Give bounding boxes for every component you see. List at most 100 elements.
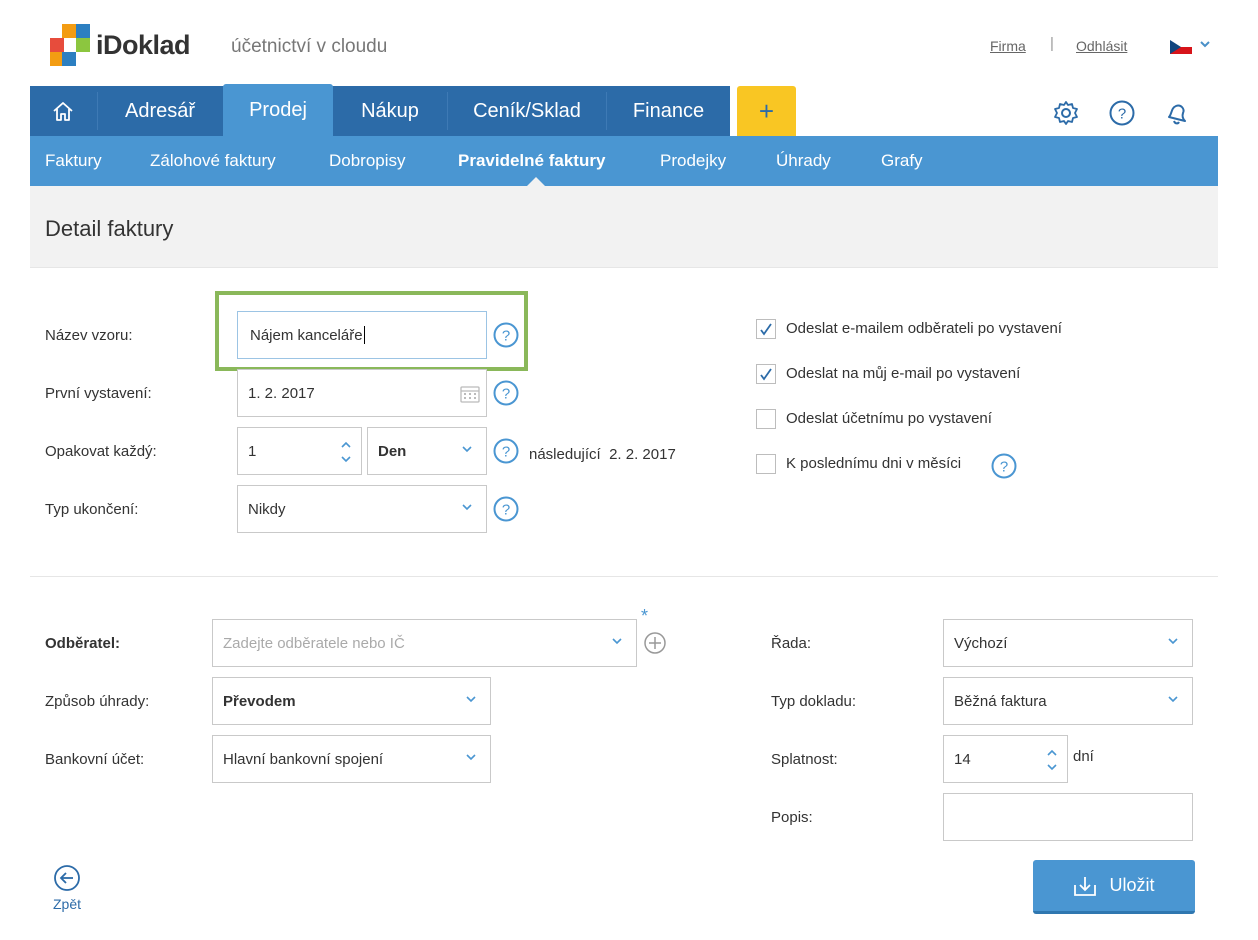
checkmark-icon bbox=[760, 323, 772, 336]
nav-cenik-sklad[interactable]: Ceník/Sklad bbox=[448, 86, 606, 136]
template-name-value: Nájem kanceláře bbox=[250, 326, 363, 344]
subnav-grafy[interactable]: Grafy bbox=[881, 136, 923, 186]
send-accountant-checkbox[interactable] bbox=[756, 409, 776, 429]
customer-placeholder: Zadejte odběratele nebo IČ bbox=[223, 634, 405, 652]
section-divider bbox=[30, 576, 1218, 577]
subnav-uhrady[interactable]: Úhrady bbox=[776, 136, 831, 186]
next-date-value: 2. 2. 2017 bbox=[609, 446, 676, 463]
checkmark-icon bbox=[760, 368, 772, 381]
repeat-unit-value: Den bbox=[378, 442, 407, 460]
svg-text:?: ? bbox=[502, 386, 510, 403]
chevron-down-icon bbox=[1168, 638, 1178, 645]
send-email-me-checkbox[interactable] bbox=[756, 364, 776, 384]
payment-method-select[interactable]: Převodem bbox=[212, 677, 491, 725]
description-input[interactable] bbox=[943, 793, 1193, 841]
bank-account-value: Hlavní bankovní spojení bbox=[223, 750, 384, 768]
active-tab-caret bbox=[527, 177, 545, 186]
back-button[interactable]: Zpět bbox=[53, 864, 81, 912]
last-day-of-month-label: K poslednímu dni v měsíci bbox=[786, 455, 962, 472]
description-label: Popis: bbox=[771, 809, 813, 826]
repeat-unit-select[interactable]: Den bbox=[367, 427, 487, 475]
bank-account-select[interactable]: Hlavní bankovní spojení bbox=[212, 735, 491, 783]
question-help-icon[interactable]: ? bbox=[493, 438, 519, 464]
send-email-customer-checkbox[interactable] bbox=[756, 319, 776, 339]
due-label: Splatnost: bbox=[771, 751, 838, 768]
due-days-stepper[interactable]: 14 bbox=[943, 735, 1068, 783]
nav-prodej[interactable]: Prodej bbox=[223, 84, 333, 136]
question-help-icon[interactable]: ? bbox=[991, 453, 1017, 479]
first-issue-value: 1. 2. 2017 bbox=[248, 384, 315, 402]
last-day-of-month-checkbox[interactable] bbox=[756, 454, 776, 474]
first-issue-input[interactable]: 1. 2. 2017 bbox=[237, 369, 487, 417]
repeat-interval-value: 1 bbox=[248, 442, 257, 460]
end-type-value: Nikdy bbox=[248, 500, 286, 518]
bank-account-label: Bankovní účet: bbox=[45, 751, 145, 768]
series-value: Výchozí bbox=[954, 634, 1008, 652]
subnav-zalohove-faktury[interactable]: Zálohové faktury bbox=[150, 136, 276, 186]
subnav-prodejky[interactable]: Prodejky bbox=[660, 136, 726, 186]
question-help-icon[interactable]: ? bbox=[493, 496, 519, 522]
template-name-input[interactable]: Nájem kanceláře bbox=[237, 311, 487, 359]
tagline: účetnictví v cloudu bbox=[231, 36, 388, 57]
add-new-button[interactable]: + bbox=[737, 86, 796, 136]
language-flag-icon[interactable] bbox=[1170, 40, 1192, 54]
page-title: Detail faktury bbox=[45, 216, 174, 241]
question-help-icon[interactable]: ? bbox=[493, 322, 519, 348]
settings-gear-icon[interactable] bbox=[1053, 100, 1079, 126]
due-unit: dní bbox=[1073, 748, 1094, 765]
customer-select[interactable]: Zadejte odběratele nebo IČ bbox=[212, 619, 637, 667]
first-issue-label: První vystavení: bbox=[45, 385, 152, 402]
logout-link[interactable]: Odhlásit bbox=[1076, 38, 1127, 54]
repeat-interval-stepper[interactable]: 1 bbox=[237, 427, 362, 475]
chevron-down-icon bbox=[466, 696, 476, 703]
language-chevron-icon[interactable] bbox=[1199, 38, 1211, 52]
chevron-down-icon bbox=[462, 446, 472, 453]
repeat-label: Opakovat každý: bbox=[45, 443, 157, 460]
svg-text:?: ? bbox=[502, 444, 510, 461]
home-icon bbox=[53, 102, 73, 121]
subnav-faktury[interactable]: Faktury bbox=[45, 136, 102, 186]
next-label: následující bbox=[529, 446, 601, 463]
required-asterisk: * bbox=[641, 606, 649, 626]
company-link[interactable]: Firma bbox=[990, 38, 1026, 54]
title-band bbox=[30, 186, 1218, 268]
notifications-bell-icon[interactable] bbox=[1164, 100, 1190, 126]
send-email-customer-label: Odeslat e-mailem odběrateli po vystavení bbox=[786, 320, 1062, 337]
calendar-icon[interactable] bbox=[460, 385, 480, 403]
stepper-arrows-icon[interactable] bbox=[339, 439, 353, 465]
svg-text:?: ? bbox=[1118, 106, 1126, 123]
logo-text: iDoklad bbox=[96, 29, 191, 60]
save-label: Uložit bbox=[1109, 875, 1155, 895]
template-name-label: Název vzoru: bbox=[45, 327, 133, 344]
svg-text:?: ? bbox=[502, 502, 510, 519]
doc-type-select[interactable]: Běžná faktura bbox=[943, 677, 1193, 725]
subnav-dobropisy[interactable]: Dobropisy bbox=[329, 136, 406, 186]
chevron-down-icon bbox=[612, 638, 622, 645]
chevron-down-icon bbox=[466, 754, 476, 761]
nav-nakup[interactable]: Nákup bbox=[333, 86, 447, 136]
series-select[interactable]: Výchozí bbox=[943, 619, 1193, 667]
customer-label: Odběratel: bbox=[45, 635, 121, 652]
help-icon[interactable]: ? bbox=[1109, 100, 1135, 126]
payment-method-label: Způsob úhrady: bbox=[45, 693, 150, 710]
next-date-text: následující 2. 2. 2017 bbox=[529, 446, 676, 463]
save-button[interactable]: Uložit bbox=[1033, 860, 1195, 914]
payment-method-value: Převodem bbox=[223, 692, 296, 710]
nav-adresar[interactable]: Adresář bbox=[98, 86, 222, 136]
end-type-select[interactable]: Nikdy bbox=[237, 485, 487, 533]
back-arrow-icon bbox=[54, 865, 80, 891]
doc-type-value: Běžná faktura bbox=[954, 692, 1047, 710]
link-separator: | bbox=[1050, 35, 1054, 52]
nav-finance[interactable]: Finance bbox=[607, 86, 730, 136]
logo[interactable]: iDoklad bbox=[50, 24, 191, 66]
chevron-down-icon bbox=[462, 504, 472, 511]
doc-type-label: Typ dokladu: bbox=[771, 693, 857, 710]
add-customer-plus-icon[interactable] bbox=[643, 631, 667, 660]
logo-icon bbox=[50, 24, 90, 66]
home-button[interactable] bbox=[30, 86, 96, 136]
send-accountant-label: Odeslat účetnímu po vystavení bbox=[786, 410, 992, 427]
svg-text:?: ? bbox=[1000, 459, 1008, 476]
back-label: Zpět bbox=[53, 896, 82, 912]
stepper-arrows-icon[interactable] bbox=[1045, 747, 1059, 773]
question-help-icon[interactable]: ? bbox=[493, 380, 519, 406]
